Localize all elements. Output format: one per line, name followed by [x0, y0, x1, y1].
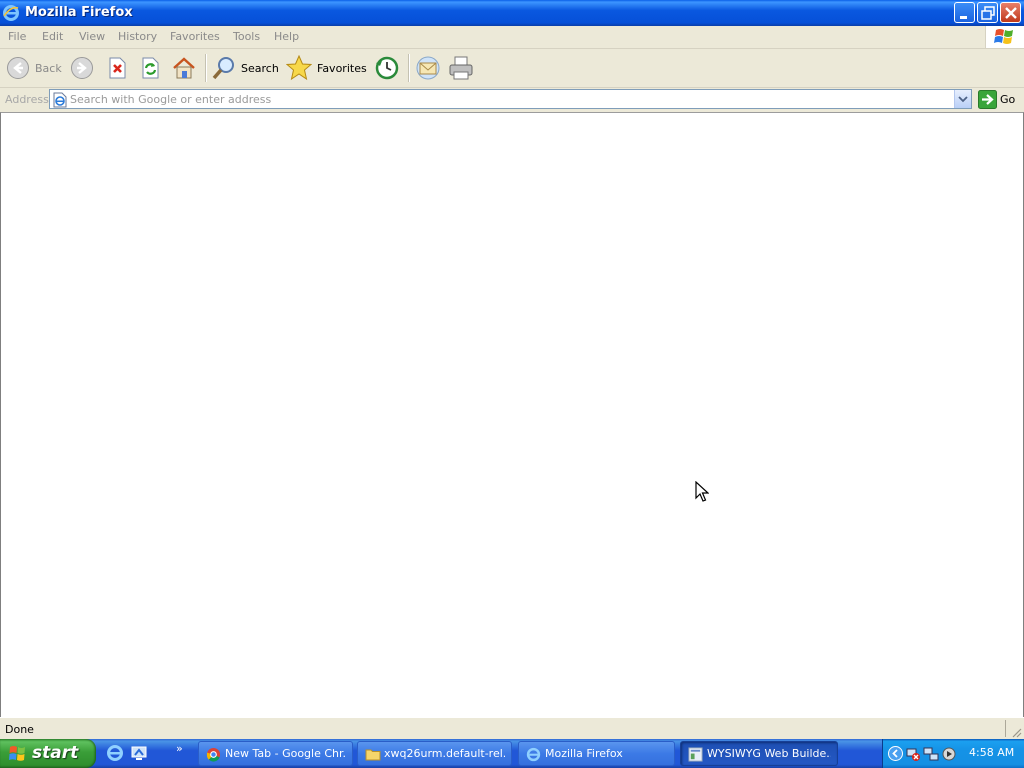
task-label: WYSIWYG Web Builde... [707, 747, 831, 760]
history-button[interactable] [372, 53, 402, 83]
restore-icon [981, 6, 995, 20]
home-icon [173, 57, 195, 79]
close-button[interactable] [1000, 2, 1021, 23]
task-wysiwyg[interactable]: WYSIWYG Web Builde... [680, 741, 838, 766]
printer-icon [449, 56, 473, 80]
status-bar: Done [0, 717, 1024, 740]
back-label: Back [35, 62, 62, 75]
refresh-button[interactable] [137, 53, 163, 83]
minimize-icon [960, 16, 967, 19]
home-button[interactable] [170, 53, 198, 83]
start-button[interactable]: start [0, 739, 96, 768]
go-button[interactable] [978, 90, 997, 109]
forward-button[interactable] [68, 53, 96, 83]
mail-button[interactable] [413, 53, 443, 83]
status-divider [1005, 720, 1006, 737]
minimize-button[interactable] [954, 2, 975, 23]
menu-view[interactable]: View [79, 30, 105, 43]
menu-tools[interactable]: Tools [233, 30, 260, 43]
task-label: New Tab - Google Chr... [225, 747, 346, 760]
mouse-cursor-icon [695, 481, 709, 503]
close-icon [1005, 7, 1017, 19]
restore-button[interactable] [977, 2, 998, 23]
folder-icon [365, 749, 381, 761]
go-arrow-icon [978, 90, 997, 109]
quicklaunch-desktop-icon[interactable] [130, 744, 148, 762]
forward-arrow-icon [71, 57, 93, 79]
address-dropdown-button[interactable] [954, 90, 971, 108]
stop-button[interactable] [104, 53, 130, 83]
ie-icon [526, 747, 541, 762]
task-label: xwq26urm.default-rel... [384, 747, 505, 760]
taskbar: start » New Tab - Google Chr... xwq26urm… [0, 739, 1024, 768]
go-label[interactable]: Go [1000, 93, 1015, 106]
task-folder[interactable]: xwq26urm.default-rel... [357, 741, 512, 766]
quicklaunch-ie-icon[interactable] [106, 744, 124, 762]
print-button[interactable] [446, 53, 476, 83]
menu-history[interactable]: History [118, 30, 157, 43]
menu-help[interactable]: Help [274, 30, 299, 43]
title-bar[interactable]: Mozilla Firefox [0, 0, 1024, 26]
favorites-label: Favorites [317, 62, 367, 75]
stop-icon [109, 57, 126, 79]
favorites-button[interactable]: Favorites [284, 53, 367, 83]
refresh-icon [142, 57, 159, 79]
windows-logo [985, 26, 1024, 48]
task-firefox[interactable]: Mozilla Firefox [518, 741, 675, 766]
quicklaunch-expand-icon[interactable]: » [176, 742, 183, 755]
history-icon [375, 56, 399, 80]
start-label: start [32, 743, 79, 763]
network-warning-icon[interactable] [905, 746, 921, 762]
chrome-icon [206, 747, 221, 762]
toolbar: Back Search Favorites [0, 49, 1024, 88]
volume-icon[interactable] [941, 746, 957, 762]
address-label: Address [5, 93, 49, 106]
menu-bar: File Edit View History Favorites Tools H… [0, 26, 1024, 49]
address-bar: Address Go [0, 88, 1024, 113]
back-button[interactable]: Back [4, 53, 64, 83]
back-arrow-icon [7, 57, 29, 79]
clock[interactable]: 4:58 AM [969, 746, 1014, 759]
network-connection-icon[interactable] [923, 746, 939, 762]
task-chrome[interactable]: New Tab - Google Chr... [198, 741, 353, 766]
chevron-down-icon [958, 96, 968, 103]
task-label: Mozilla Firefox [545, 747, 623, 760]
system-tray: 4:58 AM [882, 739, 1024, 768]
ie-icon [2, 4, 20, 22]
search-label: Search [241, 62, 279, 75]
toolbar-separator [408, 54, 410, 82]
favorites-star-icon [286, 55, 312, 81]
menu-edit[interactable]: Edit [42, 30, 63, 43]
address-box[interactable] [49, 89, 972, 109]
windows-flag-icon [8, 744, 28, 764]
toolbar-separator [205, 54, 207, 82]
window-title: Mozilla Firefox [25, 5, 133, 20]
mail-icon [416, 56, 440, 80]
menu-favorites[interactable]: Favorites [170, 30, 220, 43]
search-button[interactable]: Search [210, 53, 279, 83]
address-input[interactable] [70, 91, 950, 107]
browser-content-area[interactable] [0, 112, 1024, 718]
windows-flag-icon [994, 29, 1013, 44]
wysiwyg-icon [688, 747, 703, 762]
page-icon [52, 92, 68, 108]
status-text: Done [5, 723, 34, 736]
search-icon [212, 57, 234, 80]
tray-collapse-icon[interactable] [888, 746, 903, 761]
menu-file[interactable]: File [8, 30, 26, 43]
resize-grip-icon[interactable] [1010, 726, 1022, 738]
